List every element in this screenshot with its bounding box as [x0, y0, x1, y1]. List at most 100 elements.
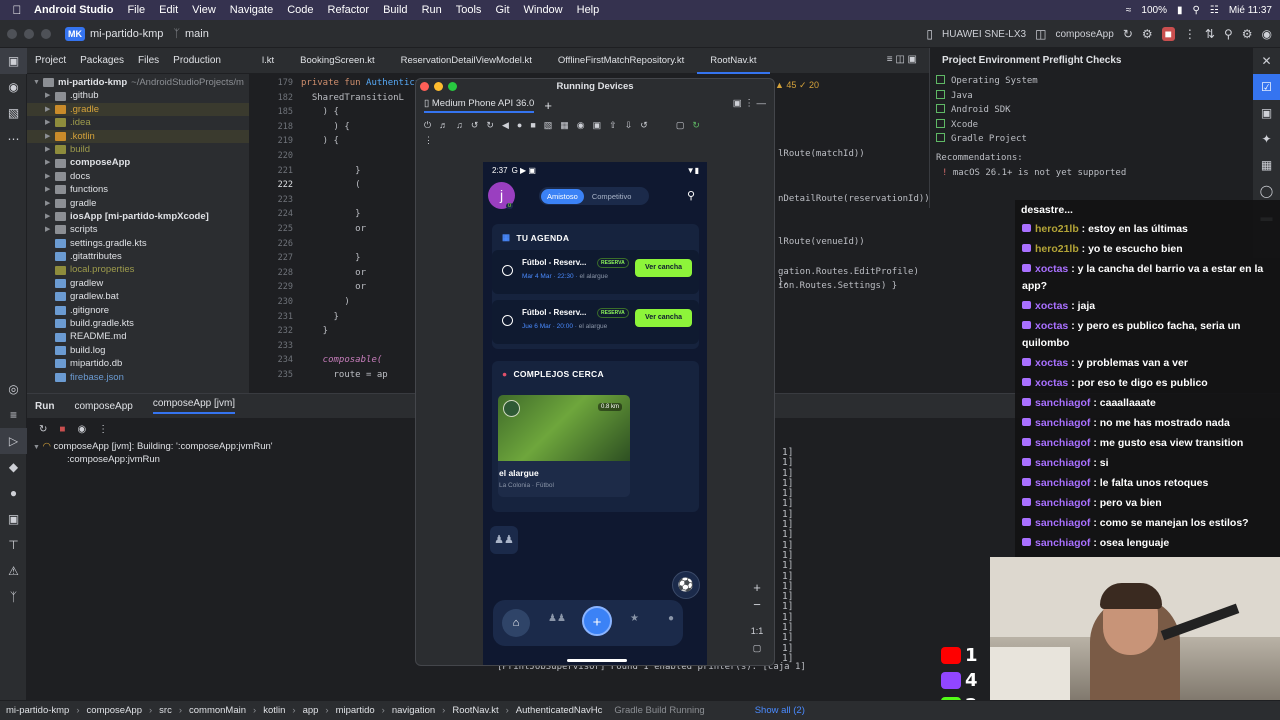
- menu-run[interactable]: Run: [422, 4, 442, 16]
- project-tree-item[interactable]: build.log: [27, 344, 249, 357]
- more-tools-icon[interactable]: ⋯: [0, 126, 27, 152]
- device-tab[interactable]: ▯ Medium Phone API 36.0: [424, 98, 535, 113]
- zoom-ratio[interactable]: 1:1: [749, 626, 765, 643]
- menu-navigate[interactable]: Navigate: [230, 4, 273, 16]
- expand-arrow-icon[interactable]: ▶: [45, 183, 55, 196]
- gradle-side-icon[interactable]: ▣: [1253, 100, 1280, 126]
- breadcrumb-item[interactable]: RootNav.kt: [452, 705, 498, 716]
- project-badge[interactable]: MK: [65, 26, 85, 41]
- problems-icon[interactable]: ⚠: [0, 558, 27, 584]
- editor-tab[interactable]: BookingScreen.kt: [287, 48, 387, 74]
- back-icon[interactable]: ◀: [502, 120, 509, 131]
- mode-toggle[interactable]: Amistoso Competitivo: [539, 187, 649, 205]
- project-tree-item[interactable]: ▶ build: [27, 143, 249, 156]
- git-icon[interactable]: ᛉ: [0, 584, 27, 610]
- run-config-selector[interactable]: composeApp: [1055, 29, 1113, 40]
- tab-production[interactable]: Production: [173, 55, 221, 66]
- expand-arrow-icon[interactable]: ▶: [45, 143, 55, 156]
- search-icon[interactable]: ⚲: [1193, 5, 1200, 16]
- show-all-link[interactable]: Show all (2): [755, 705, 805, 716]
- project-tree-item[interactable]: ▶ composeApp: [27, 156, 249, 169]
- run-tab-composeapp[interactable]: composeApp: [74, 401, 132, 412]
- menu-git[interactable]: Git: [495, 4, 509, 16]
- app-inspection-icon[interactable]: ◎: [0, 376, 27, 402]
- expand-arrow-icon[interactable]: ▶: [45, 156, 55, 169]
- soccer-fab[interactable]: ⚽: [672, 571, 700, 599]
- rd-close-button[interactable]: [420, 82, 429, 91]
- sync-icon[interactable]: ⇅: [1205, 27, 1215, 41]
- menu-refactor[interactable]: Refactor: [328, 4, 370, 16]
- zoom-out-icon[interactable]: −: [749, 597, 765, 614]
- profile-icon[interactable]: ◉: [1262, 27, 1272, 41]
- collapse-icon[interactable]: ▼: [33, 444, 40, 451]
- rotate-left-icon[interactable]: ↺: [471, 120, 479, 131]
- menu-build[interactable]: Build: [383, 4, 407, 16]
- power-icon[interactable]: ⏻: [424, 120, 431, 131]
- menu-file[interactable]: File: [127, 4, 145, 16]
- group-icon[interactable]: ♟♟: [490, 526, 518, 554]
- expand-arrow-icon[interactable]: ▶: [45, 223, 55, 236]
- resource-manager-icon[interactable]: ▧: [0, 100, 27, 126]
- tab-project[interactable]: Project: [35, 55, 66, 66]
- agenda-item[interactable]: Fútbol - Reserv... RESERVA Jue 6 Mar · 2…: [492, 300, 699, 344]
- project-tree-item[interactable]: ▼ mi-partido-kmp ~/AndroidStudioProjects/m: [27, 76, 249, 89]
- logcat-icon[interactable]: ●: [0, 480, 27, 506]
- settings-icon[interactable]: ⚙: [1242, 27, 1253, 41]
- expand-arrow-icon[interactable]: ▶: [45, 116, 55, 129]
- volume-down-icon[interactable]: ♫: [456, 120, 463, 130]
- menu-tools[interactable]: Tools: [456, 4, 482, 16]
- run-tool-icon[interactable]: ▷: [0, 428, 27, 454]
- rerun-icon[interactable]: ↻: [39, 424, 47, 435]
- editor-tab[interactable]: l.kt: [249, 48, 287, 74]
- expand-arrow-icon[interactable]: ▶: [45, 103, 55, 116]
- nav-teams-icon[interactable]: ♟♟: [548, 613, 566, 624]
- nav-home-icon[interactable]: ⌂: [502, 609, 530, 637]
- breadcrumb-item[interactable]: AuthenticatedNavHc: [516, 705, 603, 716]
- run-panel-title[interactable]: Run: [35, 401, 54, 412]
- upload-icon[interactable]: ⇧: [609, 120, 617, 131]
- stop-icon[interactable]: ■: [1161, 27, 1175, 41]
- project-tree-item[interactable]: local.properties: [27, 263, 249, 276]
- agenda-item[interactable]: Fútbol - Reserv... RESERVA Mar 4 Mar · 2…: [492, 250, 699, 294]
- menu-help[interactable]: Help: [577, 4, 600, 16]
- phone-search-icon[interactable]: ⚲: [687, 189, 695, 202]
- window-minimize-button[interactable]: [24, 28, 34, 39]
- breadcrumb-item[interactable]: src: [159, 705, 172, 716]
- fold-icon[interactable]: ▧: [544, 120, 553, 131]
- menu-view[interactable]: View: [192, 4, 216, 16]
- project-tree-item[interactable]: ▶ functions: [27, 183, 249, 196]
- wifi-icon[interactable]: ≈: [1126, 5, 1132, 16]
- nav-profile-icon[interactable]: ●: [668, 613, 674, 624]
- build-task-status[interactable]: Gradle Build Running: [614, 705, 704, 716]
- expand-arrow-icon[interactable]: ▶: [45, 170, 55, 183]
- check-item[interactable]: Java: [930, 89, 1253, 104]
- run-more-icon[interactable]: ⋮: [98, 424, 108, 435]
- editor-tab-active[interactable]: RootNav.kt: [697, 48, 770, 74]
- control-center-icon[interactable]: ☷: [1210, 5, 1219, 16]
- view-options-icon[interactable]: ◉: [77, 424, 86, 435]
- project-tree-item[interactable]: firebase.json: [27, 371, 249, 384]
- rd-minimize-button[interactable]: [434, 82, 443, 91]
- project-tree-item[interactable]: ▶ iosApp [mi-partido-kmpXcode]: [27, 210, 249, 223]
- more-icon[interactable]: ⋮: [1184, 27, 1196, 41]
- breadcrumb-item[interactable]: mi-partido-kmp: [6, 705, 69, 716]
- tab-packages[interactable]: Packages: [80, 55, 124, 66]
- check-item[interactable]: Operating System: [930, 74, 1253, 89]
- check-item[interactable]: Xcode: [930, 118, 1253, 133]
- expand-arrow-icon[interactable]: ▶: [45, 130, 55, 143]
- expand-arrow-icon[interactable]: ▼: [33, 76, 43, 89]
- expand-arrow-icon[interactable]: ▶: [45, 89, 55, 102]
- mirror-icon[interactable]: ▦: [560, 120, 569, 131]
- nav-star-icon[interactable]: ★: [630, 613, 639, 624]
- battery-percent[interactable]: 100%: [1141, 5, 1167, 16]
- menu-edit[interactable]: Edit: [159, 4, 178, 16]
- rd-window-actions-icon[interactable]: ▣ ⋮ —: [733, 98, 766, 109]
- notifications-icon[interactable]: ✕: [1253, 48, 1280, 74]
- mode-amistoso[interactable]: Amistoso: [541, 188, 584, 204]
- debug-icon[interactable]: ⚙: [1142, 27, 1153, 41]
- refresh-icon[interactable]: ↻: [692, 120, 700, 131]
- terminal-icon[interactable]: ▣: [0, 506, 27, 532]
- add-device-icon[interactable]: +: [544, 98, 552, 113]
- clock[interactable]: Mié 11:37: [1229, 5, 1272, 16]
- project-tree-item[interactable]: ▶ .idea: [27, 116, 249, 129]
